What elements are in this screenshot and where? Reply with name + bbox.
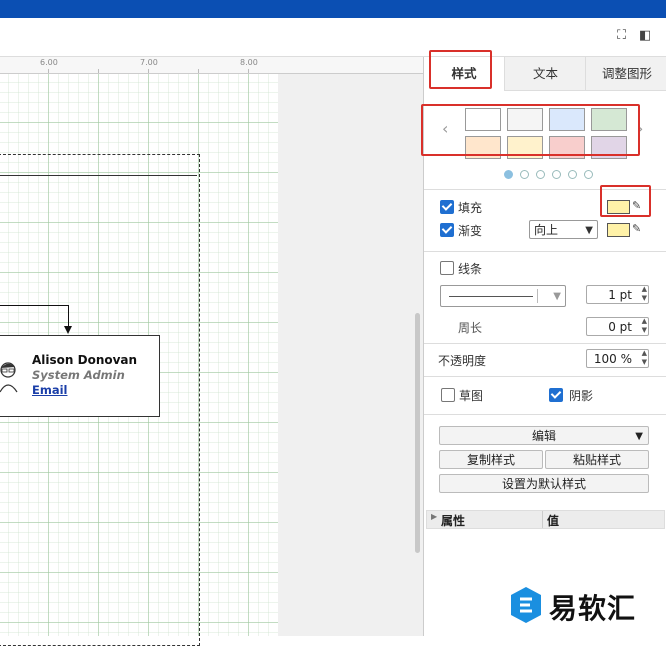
connector-line[interactable] <box>0 305 68 306</box>
eyedropper-icon[interactable]: ✎ <box>632 222 641 235</box>
container-header-line <box>0 175 197 176</box>
connector-line[interactable] <box>68 305 69 327</box>
gradient-direction-select[interactable]: 向上 ▼ <box>529 220 598 239</box>
gradient-label: 渐变 <box>458 224 483 238</box>
highlight-fill-color <box>600 185 651 217</box>
ruler-tick: 8.00 <box>240 58 258 67</box>
format-panel: 样式 文本 调整图形 ‹ › 填充 ✎ 渐变 向上 ▼ ✎ 线条 ▼ 1 pt ▲ ▼… <box>421 50 666 636</box>
highlight-swatches <box>421 104 640 156</box>
tab-arrange[interactable]: 调整图形 <box>585 57 666 90</box>
person-email-link[interactable]: Email <box>32 383 67 397</box>
ruler-tick: 7.00 <box>140 58 158 67</box>
gradient-color-box[interactable] <box>607 223 630 237</box>
chevron-down-icon: ▼ <box>553 291 561 302</box>
properties-header: ▶ 属性 值 <box>426 510 665 529</box>
page-dot[interactable] <box>520 170 529 179</box>
line-label: 线条 <box>458 262 483 276</box>
page-dot[interactable] <box>568 170 577 179</box>
edit-style-select[interactable]: 编辑 ▼ <box>439 426 649 445</box>
perimeter-input[interactable]: 0 pt ▲ ▼ <box>586 317 649 336</box>
line-pattern-select[interactable]: ▼ <box>440 285 566 307</box>
person-avatar-icon <box>0 362 18 393</box>
chevron-down-icon: ▼ <box>585 225 593 236</box>
sketch-checkbox[interactable] <box>441 388 455 402</box>
fill-label: 填充 <box>458 201 483 215</box>
chevron-right-icon[interactable]: ▶ <box>431 512 437 521</box>
copy-style-button[interactable]: 复制样式 <box>439 450 543 469</box>
sketch-label: 草图 <box>459 389 484 403</box>
chevron-down-icon: ▼ <box>635 431 643 442</box>
properties-column-name: 属性 <box>441 514 466 528</box>
toggle-panel-icon[interactable]: ◧ <box>639 28 651 43</box>
highlight-style-tab <box>429 50 492 89</box>
spinner-icon: ▲ ▼ <box>641 285 647 302</box>
shadow-label: 阴影 <box>569 389 594 403</box>
line-width-input[interactable]: 1 pt ▲ ▼ <box>586 285 649 304</box>
set-default-style-button[interactable]: 设置为默认样式 <box>439 474 649 493</box>
gradient-checkbox[interactable] <box>440 223 454 237</box>
page-dot[interactable] <box>552 170 561 179</box>
properties-column-value: 值 <box>547 514 560 528</box>
page-dot[interactable] <box>584 170 593 179</box>
ruler-tick: 6.00 <box>40 58 58 67</box>
perimeter-label: 周长 <box>458 321 483 335</box>
tab-text[interactable]: 文本 <box>504 57 586 90</box>
line-checkbox[interactable] <box>440 261 454 275</box>
page-dot[interactable] <box>504 170 513 179</box>
opacity-label: 不透明度 <box>438 354 487 368</box>
fullscreen-icon[interactable]: ⛶ <box>617 28 626 43</box>
fill-checkbox[interactable] <box>440 200 454 214</box>
horizontal-ruler: 6.00 7.00 8.00 <box>0 57 423 74</box>
shadow-checkbox[interactable] <box>549 388 563 402</box>
person-role: System Admin <box>32 368 125 382</box>
opacity-input[interactable]: 100 % ▲ ▼ <box>586 349 649 368</box>
connector-arrowhead <box>64 326 72 334</box>
spinner-icon: ▲ ▼ <box>641 349 647 366</box>
watermark: 易软汇 <box>506 575 666 636</box>
page-dot[interactable] <box>536 170 545 179</box>
toolbar: ⛶ ◧ <box>0 18 666 57</box>
watermark-logo-icon <box>511 587 541 623</box>
vertical-scrollbar[interactable] <box>415 313 420 553</box>
spinner-icon: ▲ ▼ <box>641 317 647 334</box>
person-name: Alison Donovan <box>32 353 138 367</box>
paste-style-button[interactable]: 粘贴样式 <box>545 450 649 469</box>
watermark-text: 易软汇 <box>549 592 637 625</box>
top-title-bar <box>0 0 666 18</box>
